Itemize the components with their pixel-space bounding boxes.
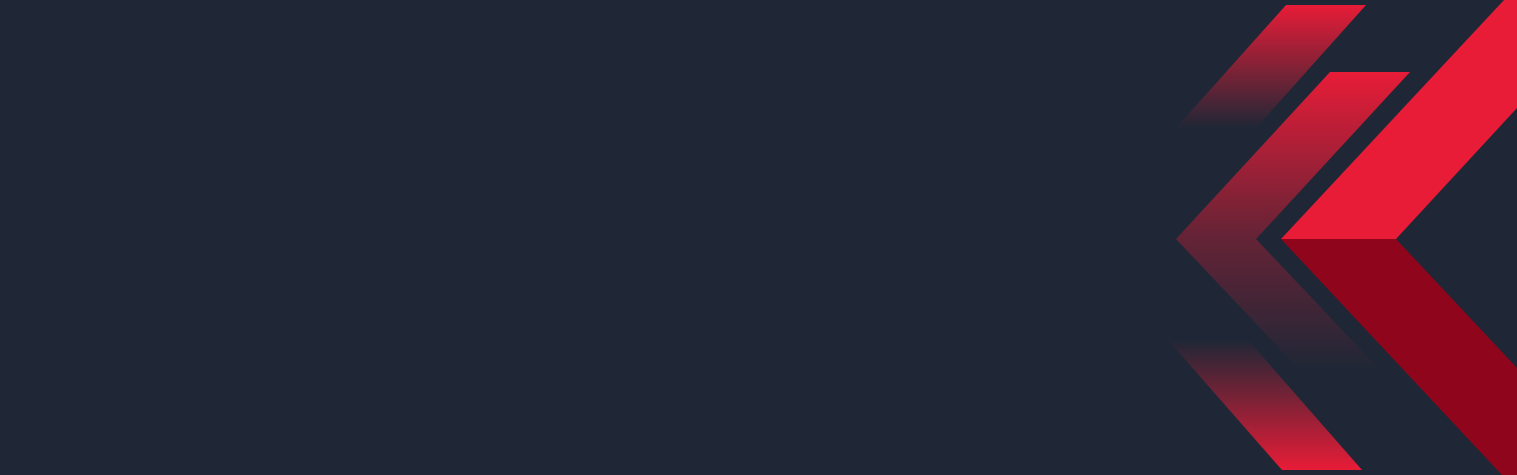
banner [0,0,1517,475]
chevron-arrows-graphic [1168,0,1517,475]
